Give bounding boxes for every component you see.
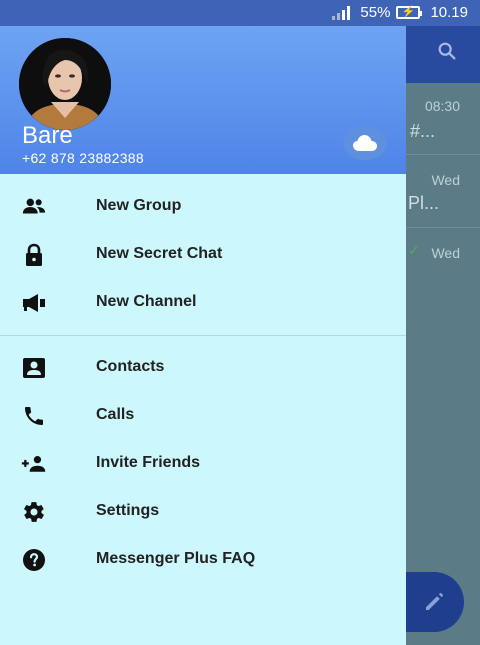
avatar[interactable]	[19, 38, 111, 130]
contact-card-icon	[21, 356, 47, 380]
menu-item-contacts[interactable]: Contacts	[0, 344, 406, 392]
user-phone: +62 878 23882388	[22, 150, 144, 166]
status-bar: 55% ⚡ 10.19	[0, 0, 480, 26]
clock: 10.19	[430, 4, 468, 21]
cloud-icon[interactable]	[343, 126, 387, 160]
menu-item-invite-friends[interactable]: Invite Friends	[0, 440, 406, 488]
navigation-drawer: Bare +62 878 23882388 New Group New Secr…	[0, 26, 406, 645]
chat-row[interactable]: ✓ Wed	[406, 228, 480, 300]
menu-label: Messenger Plus FAQ	[96, 550, 256, 567]
menu-item-calls[interactable]: Calls	[0, 392, 406, 440]
menu-label: Settings	[96, 502, 160, 519]
chat-time: Wed	[431, 245, 460, 261]
signal-icon	[332, 5, 351, 20]
chat-time: Wed	[431, 172, 460, 188]
menu-label: New Channel	[96, 293, 197, 310]
megaphone-icon	[21, 291, 47, 315]
lock-icon	[21, 243, 47, 267]
chat-row[interactable]: 08:30 #...	[406, 83, 480, 155]
menu-label: New Group	[96, 197, 182, 214]
chat-snippet: #...	[410, 121, 436, 141]
menu-label: New Secret Chat	[96, 245, 223, 262]
group-icon	[21, 195, 47, 219]
chat-time: 08:30	[424, 98, 460, 114]
menu-item-messenger-plus-faq[interactable]: Messenger Plus FAQ	[0, 536, 406, 584]
battery-percent: 55%	[360, 4, 391, 21]
pencil-icon	[404, 572, 464, 632]
chat-snippet: Pl...	[408, 193, 440, 213]
menu-item-new-group[interactable]: New Group	[0, 183, 406, 231]
read-check-icon: ✓	[408, 242, 420, 258]
help-icon	[21, 548, 47, 572]
battery-charging-icon: ⚡	[396, 6, 423, 19]
chat-row[interactable]: Wed Pl...	[406, 155, 480, 228]
status-indicators: 55% ⚡ 10.19	[332, 4, 468, 21]
search-icon[interactable]	[436, 40, 458, 67]
app-toolbar	[406, 26, 480, 83]
menu-label: Calls	[96, 406, 135, 423]
menu-label: Contacts	[96, 358, 165, 375]
chat-list-background: 08:30 #... Wed Pl... ✓ Wed	[406, 83, 480, 645]
phone-icon	[21, 404, 47, 428]
gear-icon	[21, 500, 47, 524]
menu-item-new-secret-chat[interactable]: New Secret Chat	[0, 231, 406, 279]
menu-divider	[0, 335, 406, 336]
menu-item-settings[interactable]: Settings	[0, 488, 406, 536]
add-person-icon	[21, 452, 47, 476]
drawer-header: Bare +62 878 23882388	[0, 26, 406, 174]
menu-item-new-channel[interactable]: New Channel	[0, 279, 406, 327]
compose-button[interactable]	[404, 572, 464, 632]
menu-label: Invite Friends	[96, 454, 201, 471]
user-name: Bare	[22, 122, 73, 149]
